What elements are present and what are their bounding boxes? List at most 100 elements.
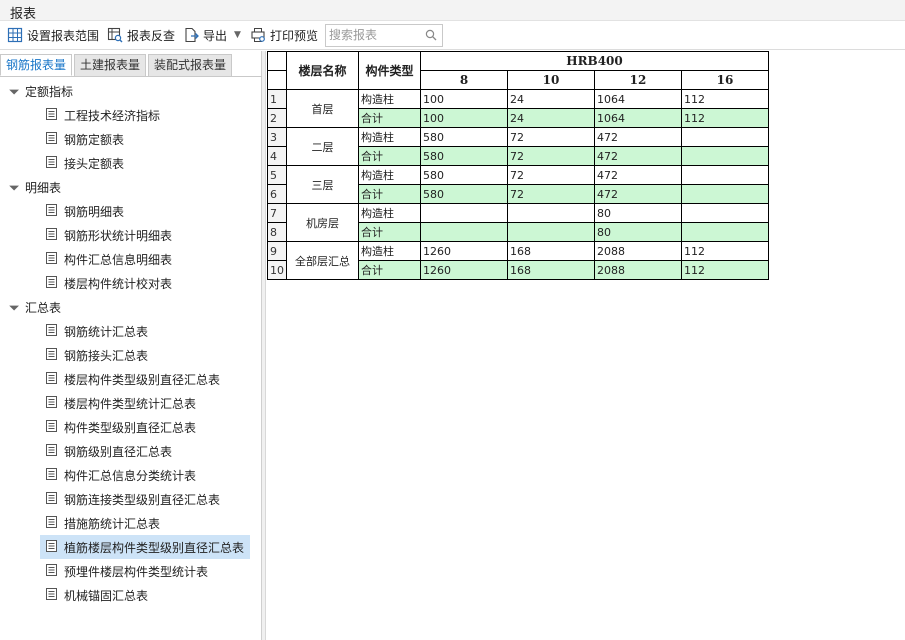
reverse-check-button[interactable]: 报表反查 — [104, 23, 178, 47]
floor-name-cell[interactable]: 二层 — [286, 127, 359, 166]
value-cell[interactable]: 1064 — [594, 108, 682, 128]
value-cell[interactable]: 72 — [507, 165, 595, 185]
report-search-box[interactable] — [324, 23, 443, 47]
row-number[interactable]: 3 — [267, 127, 287, 147]
value-cell[interactable]: 112 — [681, 260, 769, 280]
tab-rebar-report[interactable]: 钢筋报表量 — [0, 54, 73, 76]
row-number[interactable]: 2 — [267, 108, 287, 128]
component-type-cell[interactable]: 构造柱 — [358, 127, 421, 147]
row-number[interactable]: 5 — [267, 165, 287, 185]
report-search-input[interactable] — [328, 28, 421, 42]
value-cell[interactable] — [681, 184, 769, 204]
value-cell[interactable] — [507, 222, 595, 242]
value-cell[interactable]: 24 — [507, 89, 595, 109]
row-number[interactable]: 10 — [267, 260, 287, 280]
value-cell[interactable]: 80 — [594, 222, 682, 242]
set-range-button[interactable]: 设置报表范围 — [4, 23, 102, 47]
tree-item[interactable]: 构件类型级别直径汇总表 — [0, 415, 258, 439]
tree-item[interactable]: 楼层构件统计校对表 — [0, 271, 258, 295]
expand-arrow-icon[interactable]: ◢ — [8, 300, 22, 314]
floor-name-cell[interactable]: 首层 — [286, 89, 359, 128]
value-cell[interactable]: 580 — [420, 165, 508, 185]
component-type-cell[interactable]: 构造柱 — [358, 241, 421, 261]
export-button[interactable]: 导出 — [180, 23, 230, 47]
value-cell[interactable]: 580 — [420, 184, 508, 204]
row-number[interactable]: 7 — [267, 203, 287, 223]
value-cell[interactable]: 1064 — [594, 89, 682, 109]
value-cell[interactable]: 2088 — [594, 260, 682, 280]
tree-item[interactable]: 构件汇总信息分类统计表 — [0, 463, 258, 487]
tree-item[interactable]: 预埋件楼层构件类型统计表 — [0, 559, 258, 583]
tree-group[interactable]: ◢ 定额指标 — [0, 79, 258, 103]
tree-item[interactable]: 机械锚固汇总表 — [0, 583, 258, 607]
floor-name-cell[interactable]: 机房层 — [286, 203, 359, 242]
tab-civil-report[interactable]: 土建报表量 — [74, 54, 147, 76]
tree-item[interactable]: 措施筋统计汇总表 — [0, 511, 258, 535]
export-dropdown-icon[interactable]: ▼ — [234, 30, 241, 40]
tree-item[interactable]: 钢筋连接类型级别直径汇总表 — [0, 487, 258, 511]
expand-arrow-icon[interactable]: ◢ — [8, 180, 22, 194]
row-number[interactable]: 4 — [267, 146, 287, 166]
tree-item[interactable]: 楼层构件类型统计汇总表 — [0, 391, 258, 415]
component-type-cell[interactable]: 合计 — [358, 260, 421, 280]
tree-item[interactable]: 接头定额表 — [0, 151, 258, 175]
tree-item[interactable]: 钢筋接头汇总表 — [0, 343, 258, 367]
value-cell[interactable]: 72 — [507, 146, 595, 166]
row-number[interactable]: 6 — [267, 184, 287, 204]
value-cell[interactable]: 112 — [681, 89, 769, 109]
value-cell[interactable]: 72 — [507, 127, 595, 147]
tab-prefab-report[interactable]: 装配式报表量 — [148, 54, 233, 76]
value-cell[interactable]: 72 — [507, 184, 595, 204]
value-cell[interactable]: 580 — [420, 146, 508, 166]
tree-item[interactable]: 植筋楼层构件类型级别直径汇总表 — [40, 535, 250, 559]
value-cell[interactable] — [681, 146, 769, 166]
row-number[interactable]: 9 — [267, 241, 287, 261]
tree-item[interactable]: 钢筋级别直径汇总表 — [0, 439, 258, 463]
component-type-cell[interactable]: 构造柱 — [358, 165, 421, 185]
expand-arrow-icon[interactable]: ◢ — [8, 84, 22, 98]
component-type-cell[interactable]: 合计 — [358, 108, 421, 128]
tree-item[interactable]: 钢筋形状统计明细表 — [0, 223, 258, 247]
component-type-cell[interactable]: 合计 — [358, 146, 421, 166]
component-type-cell[interactable]: 合计 — [358, 222, 421, 242]
print-preview-button[interactable]: 打印预览 — [247, 23, 321, 47]
row-number[interactable]: 1 — [267, 89, 287, 109]
value-cell[interactable]: 112 — [681, 241, 769, 261]
component-type-cell[interactable]: 构造柱 — [358, 89, 421, 109]
value-cell[interactable]: 80 — [594, 203, 682, 223]
tree-item[interactable]: 楼层构件类型级别直径汇总表 — [0, 367, 258, 391]
value-cell[interactable] — [681, 127, 769, 147]
value-cell[interactable]: 100 — [420, 89, 508, 109]
value-cell[interactable]: 472 — [594, 127, 682, 147]
tree-item[interactable]: 钢筋统计汇总表 — [0, 319, 258, 343]
value-cell[interactable]: 1260 — [420, 260, 508, 280]
search-icon[interactable] — [425, 29, 437, 41]
value-cell[interactable]: 472 — [594, 165, 682, 185]
floor-name-cell[interactable]: 三层 — [286, 165, 359, 204]
row-number[interactable]: 8 — [267, 222, 287, 242]
value-cell[interactable]: 472 — [594, 146, 682, 166]
component-type-cell[interactable]: 合计 — [358, 184, 421, 204]
tree-group[interactable]: ◢ 汇总表 — [0, 295, 258, 319]
tree-item[interactable]: 工程技术经济指标 — [0, 103, 258, 127]
value-cell[interactable]: 1260 — [420, 241, 508, 261]
value-cell[interactable]: 2088 — [594, 241, 682, 261]
value-cell[interactable]: 24 — [507, 108, 595, 128]
value-cell[interactable] — [507, 203, 595, 223]
tree-item[interactable]: 钢筋明细表 — [0, 199, 258, 223]
floor-name-cell[interactable]: 全部层汇总 — [286, 241, 359, 280]
value-cell[interactable] — [681, 165, 769, 185]
panel-splitter[interactable] — [262, 51, 266, 640]
value-cell[interactable] — [420, 203, 508, 223]
tree-group[interactable]: ◢ 明细表 — [0, 175, 258, 199]
value-cell[interactable]: 100 — [420, 108, 508, 128]
value-cell[interactable] — [420, 222, 508, 242]
tree-item[interactable]: 钢筋定额表 — [0, 127, 258, 151]
value-cell[interactable]: 168 — [507, 241, 595, 261]
value-cell[interactable]: 112 — [681, 108, 769, 128]
tree-item[interactable]: 构件汇总信息明细表 — [0, 247, 258, 271]
component-type-cell[interactable]: 构造柱 — [358, 203, 421, 223]
value-cell[interactable]: 168 — [507, 260, 595, 280]
value-cell[interactable] — [681, 203, 769, 223]
value-cell[interactable]: 472 — [594, 184, 682, 204]
